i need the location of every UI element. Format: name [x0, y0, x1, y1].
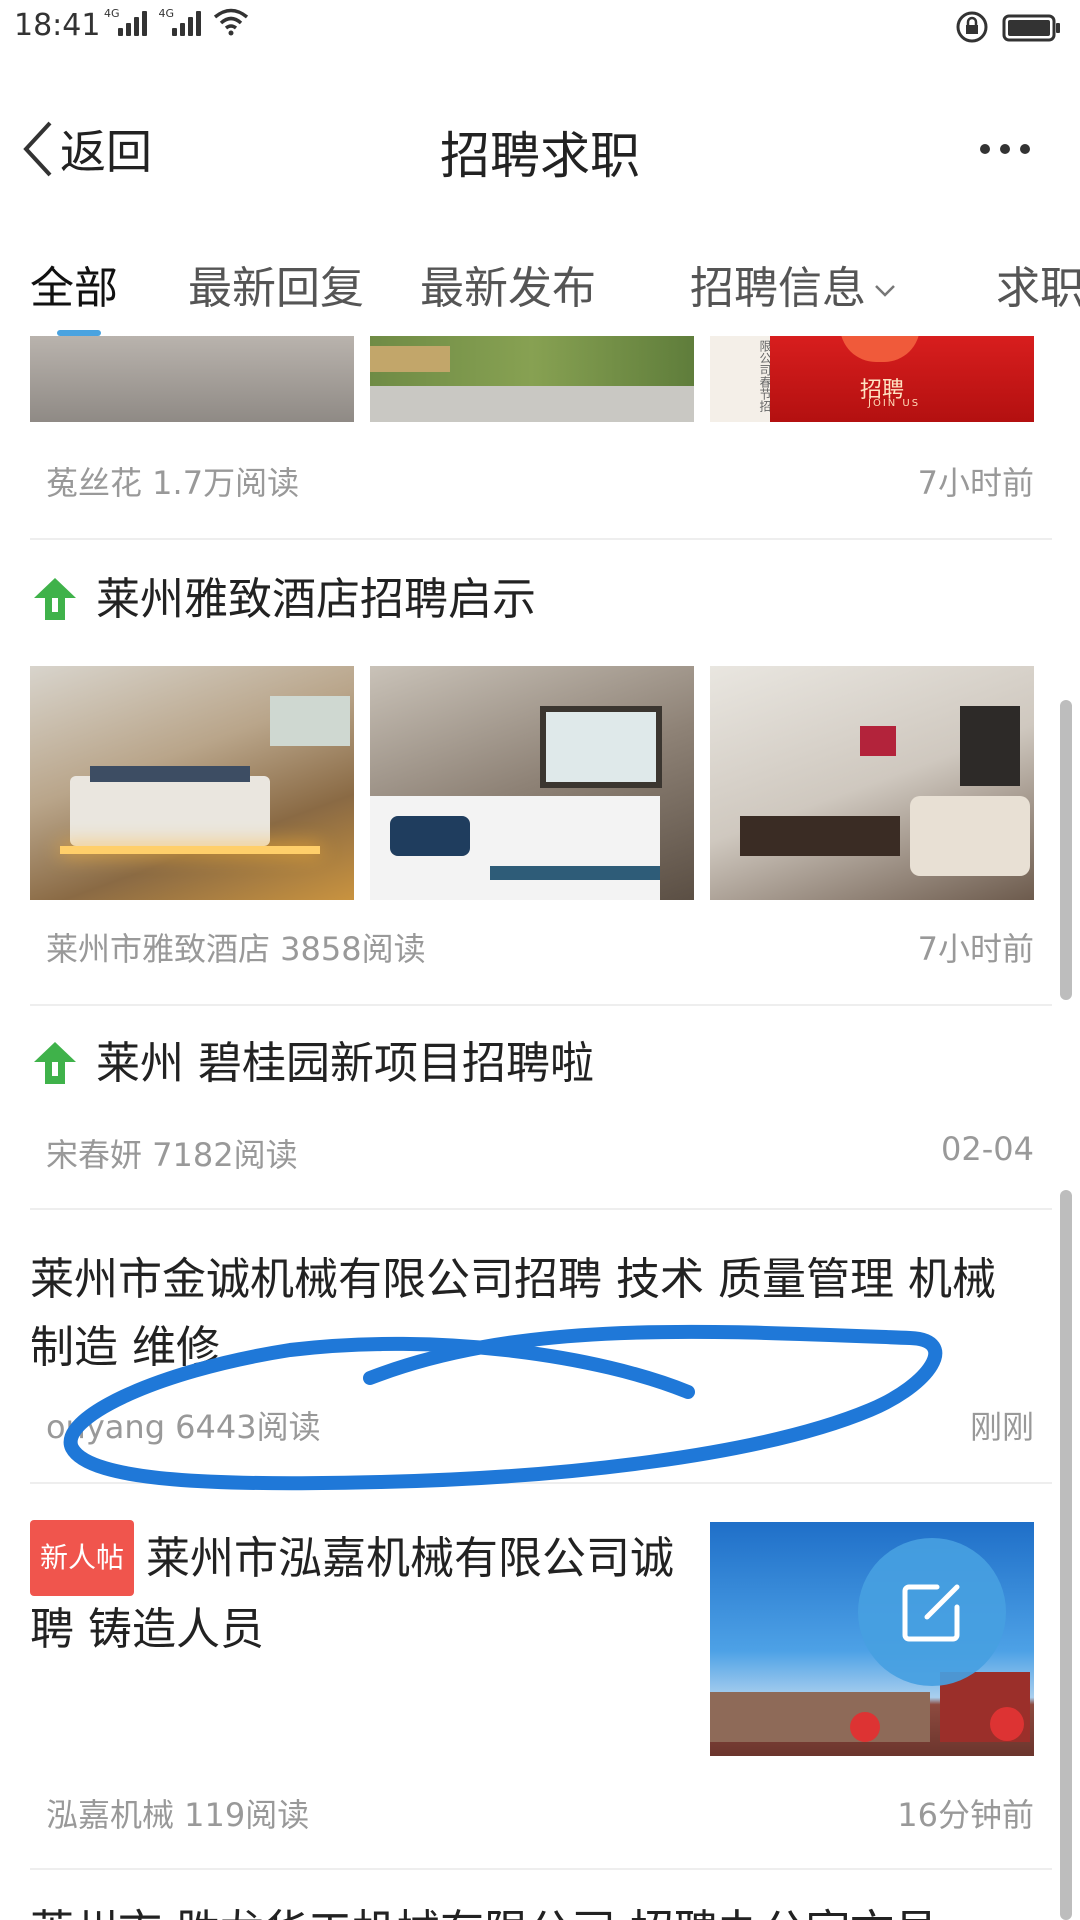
status-time: 18:41 — [14, 8, 101, 43]
divider — [30, 1208, 1052, 1210]
more-options-button[interactable] — [980, 144, 1030, 154]
network-indicators: 4G 4G — [104, 7, 249, 36]
poster-side-text: 限公司春节招 — [710, 336, 778, 422]
signal-icon-2 — [172, 10, 202, 36]
post-image-recruitment-poster[interactable]: 限公司春节招 招聘 JOIN US — [710, 336, 1034, 422]
post-author-reads: 菟丝花 1.7万阅读 — [46, 464, 300, 502]
divider — [30, 1482, 1052, 1484]
post-title[interactable]: 莱州雅致酒店招聘启示 — [96, 566, 536, 634]
status-bar: 18:41 4G 4G — [0, 0, 1080, 56]
tab-all[interactable]: 全部 — [30, 252, 118, 316]
more-dot-icon — [1000, 144, 1010, 154]
network-type-label-2: 4G — [158, 7, 175, 20]
post-time: 16分钟前 — [897, 1796, 1034, 1834]
post-time: 7小时前 — [917, 464, 1034, 502]
tab-recruitment-label: 招聘信息 — [690, 263, 866, 314]
post-author-reads: 泓嘉机械 119阅读 — [46, 1796, 310, 1834]
pin-top-icon — [34, 1042, 76, 1084]
edit-icon — [902, 1584, 960, 1642]
post-title[interactable]: 莱州 碧桂园新项目招聘啦 — [96, 1030, 594, 1098]
chevron-down-icon — [875, 285, 895, 297]
tab-recruitment[interactable]: 招聘信息 — [690, 252, 896, 316]
rotation-lock-icon — [956, 11, 988, 43]
post-time: 7小时前 — [917, 930, 1034, 968]
pin-top-icon — [34, 578, 76, 620]
navigation-header: 返回 招聘求职 — [0, 100, 1080, 196]
scrollbar-thumb[interactable] — [1060, 1190, 1072, 1920]
new-user-badge: 新人帖 — [30, 1520, 135, 1596]
poster-caption-en: JOIN US — [868, 398, 921, 409]
network-type-label: 4G — [104, 7, 120, 20]
signal-icon — [117, 10, 147, 36]
post-author-reads: 莱州市雅致酒店 3858阅读 — [46, 930, 426, 968]
battery-icon — [1002, 14, 1060, 42]
post-time: 02-04 — [941, 1130, 1034, 1168]
post-author-reads: ouyang 6443阅读 — [46, 1408, 321, 1446]
post-image[interactable] — [30, 336, 354, 422]
tab-job-seeking[interactable]: 求职 — [996, 252, 1080, 316]
tab-latest-post[interactable]: 最新发布 — [420, 252, 596, 316]
compose-post-button[interactable] — [858, 1538, 1006, 1686]
post-title-with-badge[interactable]: 新人帖 莱州市泓嘉机械有限公司诚聘 铸造人员 — [30, 1520, 690, 1664]
post-image[interactable] — [370, 336, 694, 422]
wifi-icon — [213, 8, 249, 36]
tab-latest-reply[interactable]: 最新回复 — [188, 252, 364, 316]
more-dot-icon — [980, 144, 990, 154]
post-image-hotel-room-2[interactable] — [370, 666, 694, 900]
page-title: 招聘求职 — [440, 127, 640, 185]
more-dot-icon — [1020, 144, 1030, 154]
post-title[interactable]: 莱州市金诚机械有限公司招聘 技术 质量管理 机械制造 维修 — [30, 1246, 1020, 1382]
post-title[interactable]: 莱州市 胜龙华工机械有限公司 招聘办公室文员 — [30, 1898, 1030, 1920]
divider — [30, 1868, 1052, 1870]
divider — [30, 1004, 1052, 1006]
scrollbar-thumb[interactable] — [1060, 700, 1072, 1000]
category-tabs: 全部 最新回复 最新发布 招聘信息 求职 — [0, 240, 1080, 336]
divider — [30, 538, 1052, 540]
post-time: 刚刚 — [969, 1408, 1034, 1446]
post-image-hotel-room-3[interactable] — [710, 666, 1034, 900]
post-image-hotel-room-1[interactable] — [30, 666, 354, 900]
post-author-reads: 宋春妍 7182阅读 — [46, 1136, 298, 1174]
